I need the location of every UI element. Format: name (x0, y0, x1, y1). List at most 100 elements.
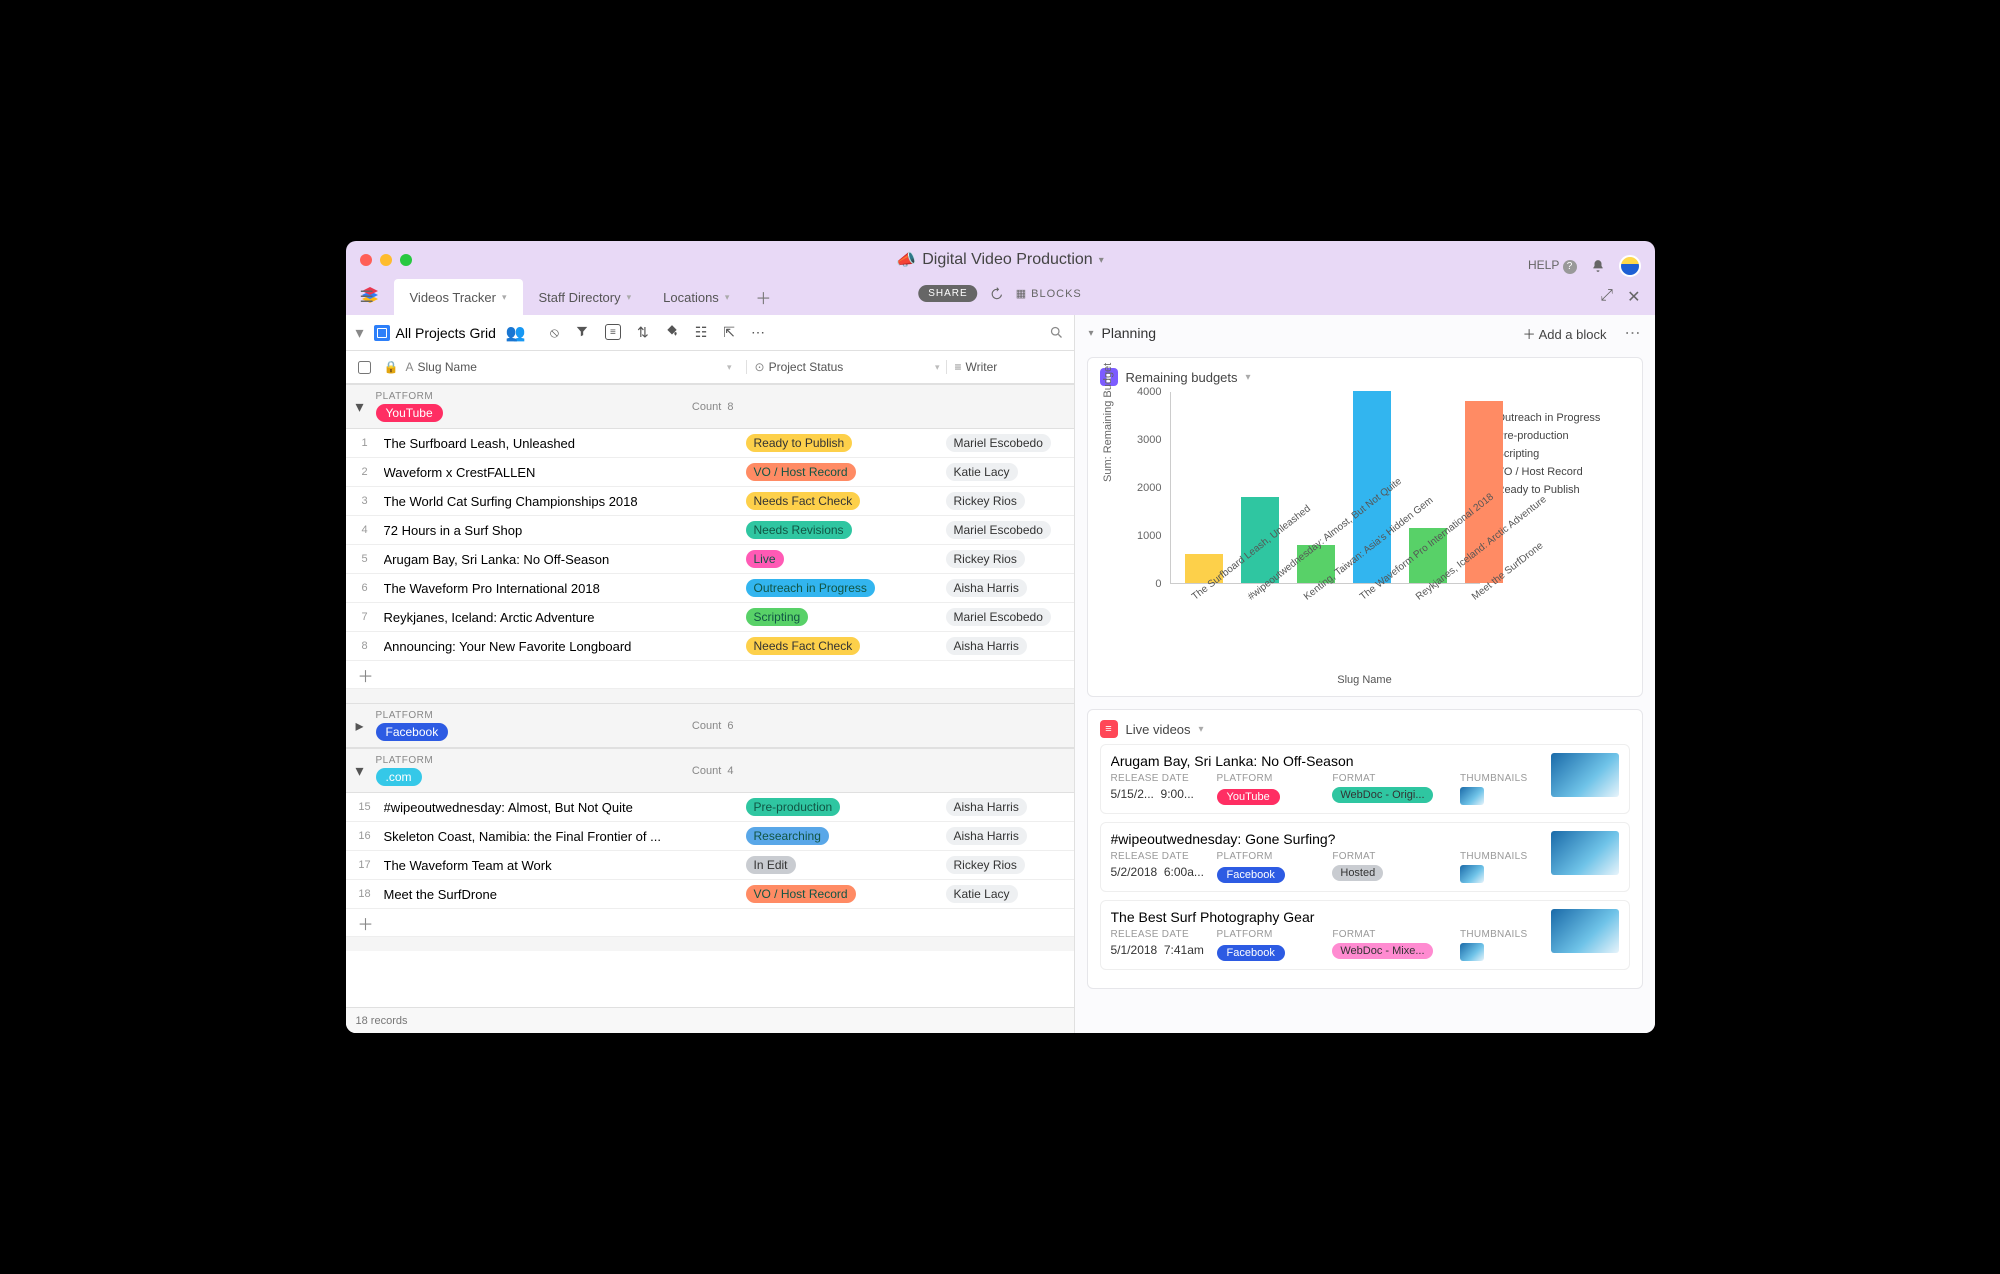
table-row[interactable]: 2 Waveform x CrestFALLEN VO / Host Recor… (346, 458, 1074, 487)
cell-project-status[interactable]: Scripting (746, 608, 946, 626)
cell-project-status[interactable]: Needs Revisions (746, 521, 946, 539)
column-writer[interactable]: ≡ Writer (946, 360, 1074, 374)
chart-y-tick: 0 (1155, 578, 1161, 590)
cell-project-status[interactable]: Pre-production (746, 798, 946, 816)
live-videos-title[interactable]: Live videos (1126, 722, 1191, 737)
dashboard-name[interactable]: Planning (1102, 325, 1157, 341)
filter-button[interactable] (575, 324, 589, 341)
color-button[interactable] (665, 324, 679, 341)
cell-project-status[interactable]: Outreach in Progress (746, 579, 946, 597)
blocks-button[interactable]: ▦BLOCKS (1016, 287, 1082, 300)
live-video-card[interactable]: Arugam Bay, Sri Lanka: No Off-Season REL… (1100, 744, 1630, 814)
group-header[interactable]: ▸ PLATFORM Facebook Count 6 (346, 703, 1074, 748)
live-video-card[interactable]: The Best Surf Photography Gear RELEASE D… (1100, 900, 1630, 970)
cell-project-status[interactable]: In Edit (746, 856, 946, 874)
table-row[interactable]: 6 The Waveform Pro International 2018 Ou… (346, 574, 1074, 603)
cell-slug-name[interactable]: 72 Hours in a Surf Shop (384, 523, 746, 538)
user-avatar[interactable] (1619, 255, 1641, 277)
view-switcher[interactable]: All Projects Grid (374, 325, 496, 341)
column-project-status[interactable]: ⊙ Project Status▾ (746, 360, 946, 374)
chart-block-title[interactable]: Remaining budgets (1126, 370, 1238, 385)
add-table-button[interactable]: ＋ (745, 279, 781, 315)
table-tab[interactable]: Staff Directory▾ (523, 279, 648, 315)
search-button[interactable] (1049, 325, 1064, 340)
hide-fields-button[interactable]: ⦸ (550, 324, 559, 341)
cell-project-status[interactable]: Needs Fact Check (746, 637, 946, 655)
cell-slug-name[interactable]: The Surfboard Leash, Unleashed (384, 436, 746, 451)
cell-writer[interactable]: Katie Lacy (946, 463, 1074, 481)
cell-writer[interactable]: Rickey Rios (946, 856, 1074, 874)
table-tab[interactable]: Videos Tracker▾ (394, 279, 523, 315)
dashboard-more-button[interactable]: ⋯ (1625, 323, 1641, 343)
cell-project-status[interactable]: VO / Host Record (746, 463, 946, 481)
cell-project-status[interactable]: Needs Fact Check (746, 492, 946, 510)
view-menu-caret-icon[interactable]: ▾ (356, 323, 364, 343)
cell-slug-name[interactable]: The Waveform Pro International 2018 (384, 581, 746, 596)
table-row[interactable]: 7 Reykjanes, Iceland: Arctic Adventure S… (346, 603, 1074, 632)
select-all-checkbox[interactable] (358, 361, 371, 374)
cell-slug-name[interactable]: The Waveform Team at Work (384, 858, 746, 873)
table-row[interactable]: 16 Skeleton Coast, Namibia: the Final Fr… (346, 822, 1074, 851)
table-row[interactable]: 15 #wipeoutwednesday: Almost, But Not Qu… (346, 793, 1074, 822)
cell-writer[interactable]: Katie Lacy (946, 885, 1074, 903)
table-row[interactable]: 18 Meet the SurfDrone VO / Host Record K… (346, 880, 1074, 909)
collapse-caret-icon[interactable]: ▾ (1089, 328, 1094, 339)
cell-writer[interactable]: Rickey Rios (946, 492, 1074, 510)
cell-writer[interactable]: Aisha Harris (946, 579, 1074, 597)
close-panel-button[interactable]: ✕ (1627, 287, 1640, 307)
group-header[interactable]: ▾ PLATFORM .com Count 4 (346, 748, 1074, 793)
tab-label: Videos Tracker (410, 290, 496, 305)
cell-project-status[interactable]: VO / Host Record (746, 885, 946, 903)
table-tab[interactable]: Locations▾ (647, 279, 745, 315)
cell-slug-name[interactable]: Meet the SurfDrone (384, 887, 746, 902)
expand-button[interactable]: ⤢ (1600, 287, 1613, 307)
collaborators-button[interactable]: 👥 (506, 323, 526, 343)
cell-writer[interactable]: Aisha Harris (946, 637, 1074, 655)
cell-slug-name[interactable]: Skeleton Coast, Namibia: the Final Front… (384, 829, 746, 844)
share-button[interactable]: SHARE (918, 285, 977, 302)
live-video-card[interactable]: #wipeoutwednesday: Gone Surfing? RELEASE… (1100, 822, 1630, 892)
cell-slug-name[interactable]: The World Cat Surfing Championships 2018 (384, 494, 746, 509)
table-row[interactable]: 3 The World Cat Surfing Championships 20… (346, 487, 1074, 516)
menu-button[interactable]: ☰ (360, 287, 374, 307)
records-scroll-area[interactable]: ▾ PLATFORM YouTube Count 81 The Surfboar… (346, 384, 1074, 1007)
table-row[interactable]: 5 Arugam Bay, Sri Lanka: No Off-Season L… (346, 545, 1074, 574)
share-view-button[interactable]: ⇱ (723, 324, 735, 341)
table-row[interactable]: 1 The Surfboard Leash, Unleashed Ready t… (346, 429, 1074, 458)
notifications-button[interactable] (1591, 259, 1605, 273)
table-row[interactable]: 4 72 Hours in a Surf Shop Needs Revision… (346, 516, 1074, 545)
add-block-button[interactable]: ＋ Add a block (1523, 324, 1607, 343)
help-button[interactable]: HELP ? (1528, 258, 1576, 274)
cell-slug-name[interactable]: #wipeoutwednesday: Almost, But Not Quite (384, 800, 746, 815)
cell-writer[interactable]: Rickey Rios (946, 550, 1074, 568)
row-number: 5 (346, 553, 384, 565)
group-header[interactable]: ▾ PLATFORM YouTube Count 8 (346, 384, 1074, 429)
cell-writer[interactable]: Aisha Harris (946, 798, 1074, 816)
cell-writer[interactable]: Mariel Escobedo (946, 434, 1074, 452)
row-number: 7 (346, 611, 384, 623)
table-row[interactable]: 17 The Waveform Team at Work In Edit Ric… (346, 851, 1074, 880)
cell-writer[interactable]: Aisha Harris (946, 827, 1074, 845)
column-slug-name[interactable]: A Slug Name▾ (406, 360, 746, 374)
cell-slug-name[interactable]: Announcing: Your New Favorite Longboard (384, 639, 746, 654)
cell-writer[interactable]: Mariel Escobedo (946, 521, 1074, 539)
history-button[interactable] (990, 287, 1004, 301)
cell-slug-name[interactable]: Waveform x CrestFALLEN (384, 465, 746, 480)
more-button[interactable]: ⋯ (751, 324, 765, 341)
add-row-button[interactable]: ＋ (346, 661, 1074, 689)
chevron-down-icon[interactable]: ▾ (1246, 372, 1251, 383)
cell-project-status[interactable]: Ready to Publish (746, 434, 946, 452)
cell-writer[interactable]: Mariel Escobedo (946, 608, 1074, 626)
add-row-button[interactable]: ＋ (346, 909, 1074, 937)
cell-project-status[interactable]: Live (746, 550, 946, 568)
sort-button[interactable]: ⇅ (637, 324, 649, 341)
cell-slug-name[interactable]: Reykjanes, Iceland: Arctic Adventure (384, 610, 746, 625)
cell-project-status[interactable]: Researching (746, 827, 946, 845)
group-button[interactable]: ≡ (605, 324, 621, 340)
cell-slug-name[interactable]: Arugam Bay, Sri Lanka: No Off-Season (384, 552, 746, 567)
card-thumbnail (1551, 831, 1619, 875)
table-row[interactable]: 8 Announcing: Your New Favorite Longboar… (346, 632, 1074, 661)
base-title-button[interactable]: 📣 Digital Video Production ▾ (896, 250, 1103, 270)
row-height-button[interactable]: ☷ (695, 324, 708, 341)
chevron-down-icon[interactable]: ▾ (1199, 724, 1204, 735)
